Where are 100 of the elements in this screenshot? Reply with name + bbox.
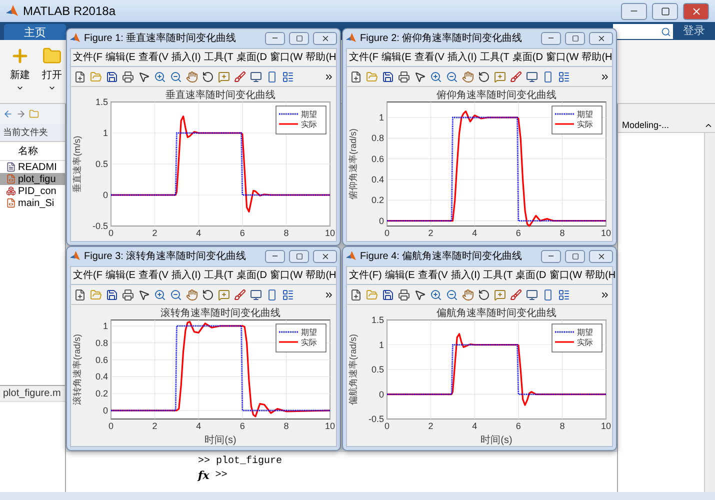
rotate-icon[interactable] xyxy=(202,288,214,301)
menu-item[interactable]: 插入(I) xyxy=(171,50,201,64)
menu-item[interactable]: 窗口(W xyxy=(270,50,303,64)
more-icon[interactable] xyxy=(600,290,610,300)
file-item[interactable]: READMI xyxy=(0,161,65,173)
legend-icon[interactable] xyxy=(282,288,294,301)
colorbar-icon[interactable] xyxy=(266,288,278,301)
menu-item[interactable]: 桌面(D xyxy=(512,50,543,64)
monitor-icon[interactable] xyxy=(250,70,262,83)
brush-icon[interactable] xyxy=(234,70,246,83)
rotate-icon[interactable] xyxy=(478,288,490,301)
menu-item[interactable]: 工具(T xyxy=(204,268,234,282)
menu-item[interactable]: 查看(V xyxy=(138,50,168,64)
zoom-in-icon[interactable] xyxy=(154,288,166,301)
save-icon[interactable] xyxy=(382,70,394,83)
legend-icon[interactable] xyxy=(558,288,570,301)
hand-icon[interactable] xyxy=(462,288,474,301)
column-header[interactable]: 名称 xyxy=(0,142,65,161)
function-icon[interactable]: fx xyxy=(198,469,210,482)
menu-item[interactable]: 插入(I) xyxy=(171,268,201,282)
pointer-icon[interactable] xyxy=(138,70,150,83)
close-button[interactable] xyxy=(589,32,613,45)
minimize-button[interactable] xyxy=(265,32,285,45)
maximize-button[interactable] xyxy=(565,32,585,45)
search-field[interactable] xyxy=(613,24,673,39)
legend-icon[interactable] xyxy=(558,70,570,83)
close-button[interactable] xyxy=(313,250,337,263)
figure-window[interactable]: Figure 2: 俯仰角速率随时间变化曲线 文件(F 编辑(E 查看(V 插入(I) 工具(T 桌面(D 窗口(W 帮助(H 俯仰角速率随时间变化曲线 0 2 4 6 8 10 0 0.2 0.4 0.6 0.8 1 俯仰角速率(rad/s) 期望 实际 xyxy=(342,28,617,246)
close-button[interactable] xyxy=(589,250,613,263)
menu-item[interactable]: 桌面(D xyxy=(516,268,546,282)
open-button[interactable]: 打开 xyxy=(40,44,64,99)
zoom-out-icon[interactable] xyxy=(170,70,182,83)
minimize-button[interactable] xyxy=(541,32,561,45)
menu-item[interactable]: 插入(I) xyxy=(447,50,477,64)
colorbar-icon[interactable] xyxy=(266,70,278,83)
menu-item[interactable]: 文件(F xyxy=(73,268,102,282)
minimize-button[interactable] xyxy=(265,250,285,263)
print-icon[interactable] xyxy=(398,288,410,301)
more-icon[interactable] xyxy=(324,290,334,300)
new-file-icon[interactable] xyxy=(350,70,362,83)
menu-item[interactable]: 桌面(D xyxy=(236,50,267,64)
back-icon[interactable] xyxy=(3,109,13,119)
file-item[interactable]: PID_con xyxy=(0,185,65,197)
zoom-in-icon[interactable] xyxy=(430,70,442,83)
zoom-in-icon[interactable] xyxy=(154,70,166,83)
monitor-icon[interactable] xyxy=(526,288,538,301)
new-file-icon[interactable] xyxy=(74,288,86,301)
new-button[interactable]: 新建 xyxy=(8,44,32,99)
menu-item[interactable]: 编辑(E xyxy=(105,268,136,282)
pointer-icon[interactable] xyxy=(138,288,150,301)
close-button[interactable] xyxy=(683,2,709,20)
brush-icon[interactable] xyxy=(510,288,522,301)
minimize-button[interactable] xyxy=(621,2,647,20)
rotate-icon[interactable] xyxy=(478,70,490,83)
menu-item[interactable]: 编辑(E xyxy=(381,50,412,64)
menu-item[interactable]: 编辑(E xyxy=(105,50,136,64)
pointer-icon[interactable] xyxy=(414,70,426,83)
menu-item[interactable]: 文件(F xyxy=(73,50,102,64)
colorbar-icon[interactable] xyxy=(542,70,554,83)
save-icon[interactable] xyxy=(106,70,118,83)
menu-item[interactable]: 编辑(E xyxy=(384,268,415,282)
figure-window[interactable]: Figure 3: 滚转角速率随时间变化曲线 文件(F 编辑(E 查看(V 插入(I) 工具(T 桌面(D 窗口(W 帮助(H 滚转角速率随时间变化曲线 0 2 4 6 8 10 0 0.2 0.4 0.6 0.8 1 时间(s) 滚转角速率(rad/s) 期望 实际 xyxy=(66,246,341,451)
print-icon[interactable] xyxy=(122,288,134,301)
zoom-out-icon[interactable] xyxy=(446,288,458,301)
menu-item[interactable]: 文件(F) xyxy=(349,268,382,282)
menu-item[interactable]: 帮助(H xyxy=(306,268,336,282)
print-icon[interactable] xyxy=(398,70,410,83)
forward-icon[interactable] xyxy=(16,109,26,119)
menu-item[interactable]: 查看(V xyxy=(414,50,444,64)
scrollbar[interactable] xyxy=(704,133,715,492)
menu-item[interactable]: 窗口(W xyxy=(270,268,303,282)
menu-item[interactable]: 帮助(H xyxy=(585,268,616,282)
pointer-icon[interactable] xyxy=(414,288,426,301)
brush-icon[interactable] xyxy=(510,70,522,83)
save-icon[interactable] xyxy=(382,288,394,301)
menu-item[interactable]: 插入(I) xyxy=(450,268,480,282)
colorbar-icon[interactable] xyxy=(542,288,554,301)
print-icon[interactable] xyxy=(122,70,134,83)
more-icon[interactable] xyxy=(324,72,334,82)
figure-window[interactable]: Figure 4: 偏航角速率随时间变化曲线 文件(F) 编辑(E 查看(V 插入(I) 工具(T 桌面(D 窗口(W 帮助(H 偏航角速率随时间变化曲线 0 2 4 6 8 10 -0.5 0 0.5 1 1.5 时间(s) 偏航角速率(rad/s) 期望 实际 xyxy=(342,246,617,451)
maximize-button[interactable] xyxy=(652,2,678,20)
rotate-icon[interactable] xyxy=(202,70,214,83)
menu-item[interactable]: 工具(T xyxy=(480,50,510,64)
menu-item[interactable]: 窗口(W xyxy=(549,268,582,282)
maximize-button[interactable] xyxy=(289,32,309,45)
more-icon[interactable] xyxy=(600,72,610,82)
menu-item[interactable]: 帮助(H xyxy=(582,50,612,64)
menu-item[interactable]: 帮助(H xyxy=(306,50,336,64)
figure-window[interactable]: Figure 1: 垂直速率随时间变化曲线 文件(F 编辑(E 查看(V 插入(I) 工具(T 桌面(D 窗口(W 帮助(H 垂直速率随时间变化曲线 0 2 4 6 8 10 -0.5 0 0.5 1 1.5 垂直速率(m/s) 期望 实际 xyxy=(66,28,341,246)
monitor-icon[interactable] xyxy=(250,288,262,301)
new-file-icon[interactable] xyxy=(350,288,362,301)
hand-icon[interactable] xyxy=(186,70,198,83)
monitor-icon[interactable] xyxy=(526,70,538,83)
hand-icon[interactable] xyxy=(462,70,474,83)
menu-item[interactable]: 查看(V xyxy=(138,268,168,282)
menu-item[interactable]: 工具(T xyxy=(483,268,513,282)
save-icon[interactable] xyxy=(106,288,118,301)
menu-item[interactable]: 查看(V xyxy=(418,268,448,282)
zoom-in-icon[interactable] xyxy=(430,288,442,301)
zoom-out-icon[interactable] xyxy=(170,288,182,301)
